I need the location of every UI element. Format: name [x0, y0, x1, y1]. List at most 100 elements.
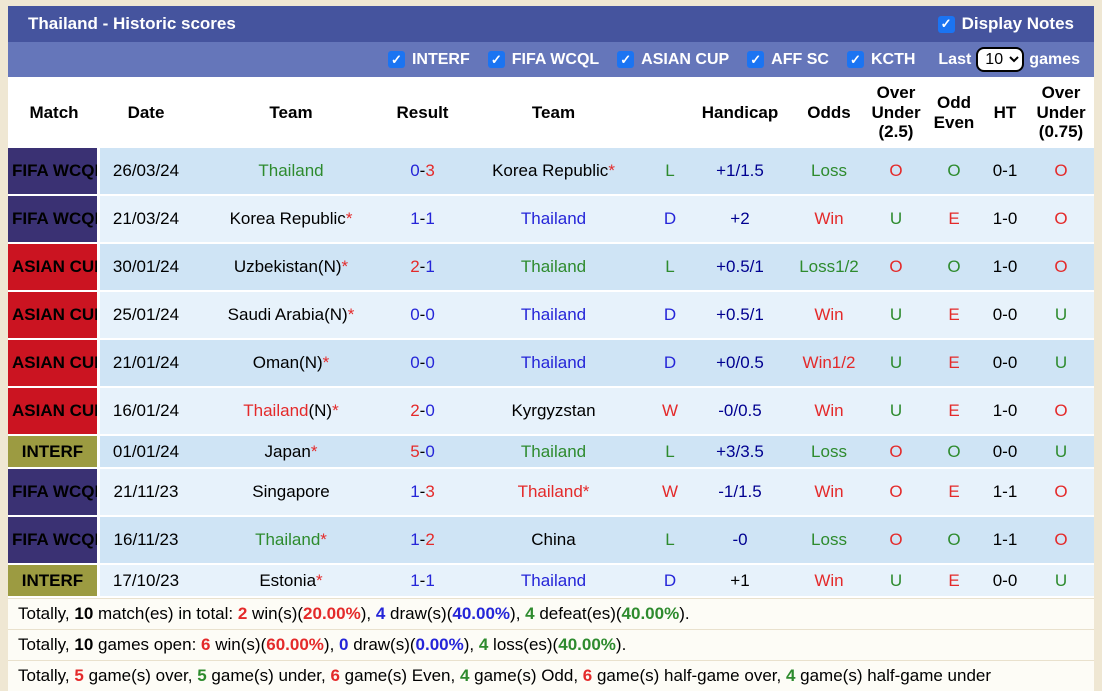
table-row: ASIAN CUP 30/01/24 Uzbekistan(N)* 2-1 Thaila…: [8, 244, 1094, 290]
cell-odds: Win: [792, 565, 866, 596]
home-score: 0: [410, 161, 420, 180]
cell-odd-even: O: [926, 244, 982, 290]
cell-result: 2-1: [390, 244, 455, 290]
cell-home-team: Singapore: [192, 469, 390, 515]
team-name: Saudi Arabia(N): [227, 305, 348, 324]
cell-result: 2-0: [390, 388, 455, 434]
stat-value: Totally,: [18, 635, 75, 654]
cell-odds: Win: [792, 469, 866, 515]
cell-ht: 0-0: [982, 340, 1028, 386]
stat-value: win(s)(: [210, 635, 267, 654]
filter-group-kcth: KCTH: [846, 51, 915, 69]
cell-over-under-075: O: [1028, 148, 1094, 194]
cell-handicap: +3/3.5: [688, 436, 792, 467]
cell-home-team: Saudi Arabia(N)*: [192, 292, 390, 338]
filter-checkbox-asian-cup[interactable]: [617, 51, 635, 68]
cell-match-label: FIFA WCQL: [8, 469, 100, 515]
scores-table-wrap: Match Date Team Result Team Handicap Odds Over …: [8, 77, 1094, 598]
cell-wld: L: [652, 517, 688, 563]
filter-bar: INTERF FIFA WCQL ASIAN CUP AFF SC KCTH Last …: [8, 42, 1094, 77]
home-score: 5: [410, 441, 420, 461]
scores-table: Match Date Team Result Team Handicap Odds Over …: [8, 77, 1094, 598]
home-score: 0: [410, 305, 420, 324]
cell-result: 0-3: [390, 148, 455, 194]
cell-away-team: Thailand: [455, 565, 652, 596]
cell-odd-even: O: [926, 148, 982, 194]
stat-value: ),: [360, 604, 376, 623]
column-header-odds: Odds: [792, 79, 866, 146]
filter-label-asian-cup: ASIAN CUP: [641, 50, 730, 68]
display-notes-checkbox[interactable]: [937, 15, 955, 33]
cell-ht: 0-0: [982, 565, 1028, 596]
stat-value: game(s) half-game over,: [592, 666, 786, 685]
filter-checkbox-interf[interactable]: [387, 51, 405, 68]
stat-value: game(s) Odd,: [469, 666, 583, 685]
team-name: Oman(N): [252, 353, 323, 372]
footer-line: Totally, 5 game(s) over, 5 game(s) under…: [8, 660, 1094, 691]
games-label: games: [1029, 50, 1080, 68]
filter-checkbox-aff-sc[interactable]: [747, 51, 765, 68]
cell-away-team: Thailand: [455, 244, 652, 290]
cell-handicap: +1/1.5: [688, 148, 792, 194]
filter-label-aff-sc: AFF SC: [771, 50, 829, 68]
cell-over-under-25: O: [866, 148, 926, 194]
cell-over-under-25: O: [866, 244, 926, 290]
cell-odd-even: E: [926, 196, 982, 242]
stat-value: 6: [330, 666, 340, 685]
home-score: 2: [410, 401, 420, 420]
filter-checkbox-kcth[interactable]: [846, 51, 864, 68]
team-name: Thailand: [520, 209, 587, 228]
column-header-team: Team: [455, 79, 652, 146]
cell-date: 16/11/23: [100, 517, 192, 563]
away-score: 0: [425, 441, 435, 461]
star-marker: *: [332, 401, 339, 420]
cell-odd-even: O: [926, 436, 982, 467]
cell-handicap: +0.5/1: [688, 292, 792, 338]
table-row: ASIAN CUP 25/01/24 Saudi Arabia(N)* 0-0 Thai…: [8, 292, 1094, 338]
filter-checkbox-fifa-wcql[interactable]: [487, 51, 505, 68]
cell-result: 0-0: [390, 340, 455, 386]
column-header-team: Team: [192, 79, 390, 146]
star-marker: *: [347, 305, 355, 324]
cell-away-team: Thailand: [455, 292, 652, 338]
cell-date: 21/01/24: [100, 340, 192, 386]
widget-frame: Thailand - Historic scores Display Notes…: [0, 0, 1102, 691]
stat-value: game(s) over,: [83, 666, 198, 685]
table-row: FIFA WCQL 26/03/24 Thailand 0-3 Korea Republ…: [8, 148, 1094, 194]
stat-value: 4: [459, 666, 470, 685]
cell-odd-even: E: [926, 469, 982, 515]
cell-date: 26/03/24: [100, 148, 192, 194]
cell-ht: 0-0: [982, 292, 1028, 338]
team-name: Thailand: [520, 305, 587, 324]
cell-over-under-25: O: [866, 436, 926, 467]
filter-label-fifa-wcql: FIFA WCQL: [511, 50, 600, 68]
star-marker: *: [582, 482, 590, 501]
team-name: Thailand: [520, 257, 587, 276]
display-notes-group: Display Notes: [937, 14, 1074, 34]
cell-over-under-075: U: [1028, 292, 1094, 338]
cell-result: 1-1: [390, 565, 455, 596]
table-row: INTERF 01/01/24 Japan* 5-0 Thailand L +3/3.5 Lo…: [8, 436, 1094, 467]
cell-handicap: +1: [688, 565, 792, 596]
games-count-select[interactable]: 10: [976, 47, 1025, 72]
cell-over-under-075: U: [1028, 436, 1094, 467]
cell-over-under-25: U: [866, 340, 926, 386]
cell-wld: L: [652, 148, 688, 194]
cell-home-team: Korea Republic*: [192, 196, 390, 242]
cell-odds: Win: [792, 196, 866, 242]
team-name: Thailand: [520, 353, 587, 372]
stat-value: win(s)(: [247, 604, 304, 623]
cell-home-team: Thailand(N)*: [192, 388, 390, 434]
cell-odds: Win1/2: [792, 340, 866, 386]
column-header-wld: [652, 79, 688, 146]
cell-wld: D: [652, 196, 688, 242]
cell-odds: Loss: [792, 436, 866, 467]
cell-ht: 0-1: [982, 148, 1028, 194]
stat-value: match(es) in total:: [93, 604, 238, 623]
column-header-date: Date: [100, 79, 192, 146]
cell-match-label: FIFA WCQL: [8, 196, 100, 242]
cell-odd-even: E: [926, 292, 982, 338]
away-score: 0: [425, 401, 435, 420]
team-name: Thailand: [243, 401, 309, 420]
home-score: 1: [410, 530, 420, 549]
